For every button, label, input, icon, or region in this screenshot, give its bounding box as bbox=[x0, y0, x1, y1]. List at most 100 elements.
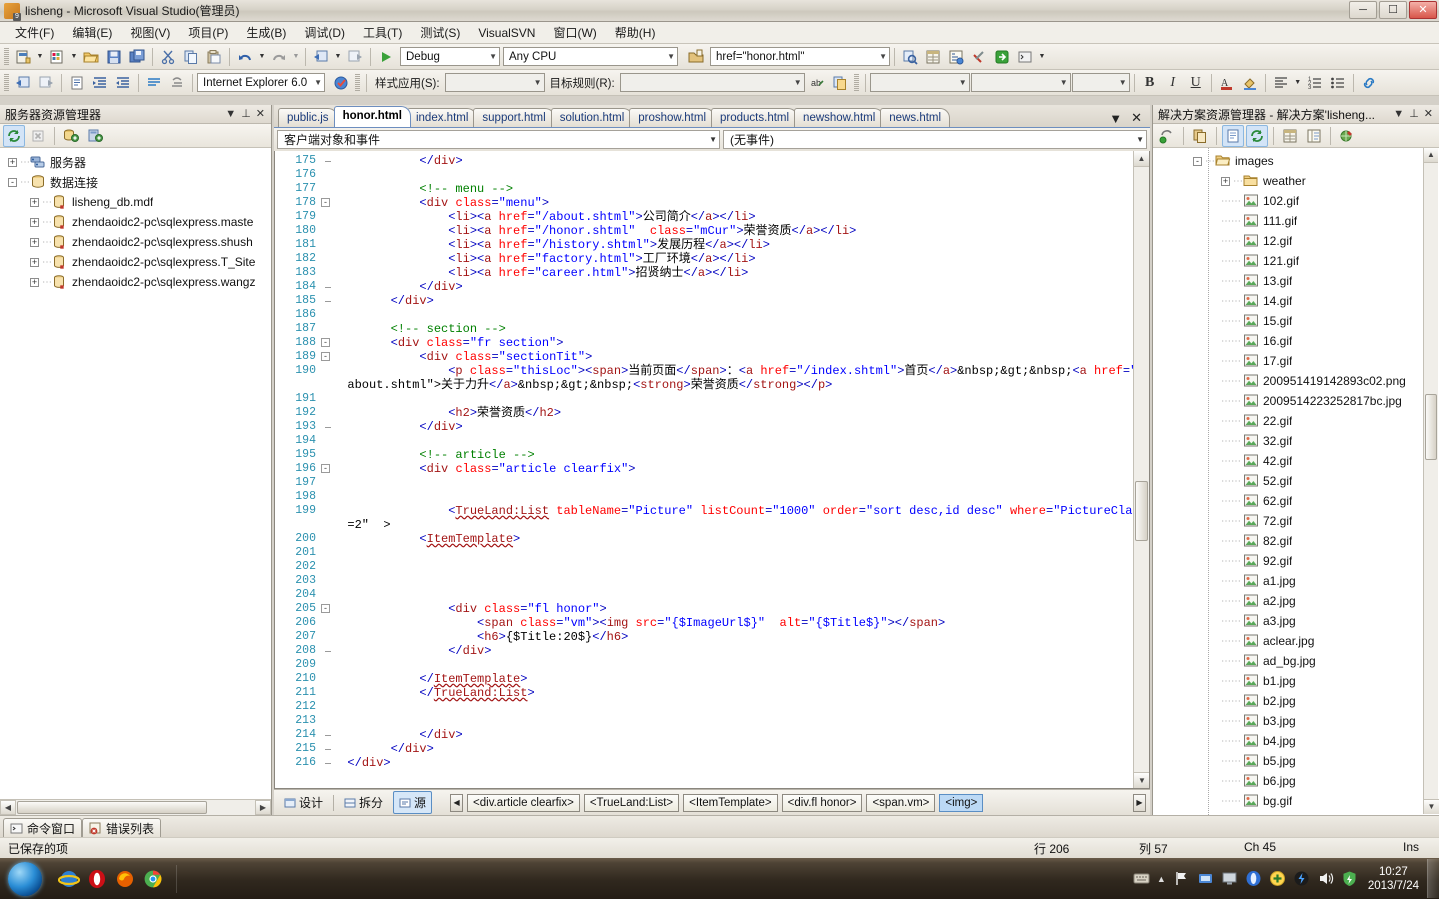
bookmark-folder-icon[interactable] bbox=[685, 46, 707, 68]
menu-build[interactable]: 生成(B) bbox=[237, 22, 295, 43]
code-line[interactable]: </div> bbox=[333, 280, 1133, 294]
solution-tree-node[interactable]: ⋯⋯ 15.gif bbox=[1153, 311, 1439, 331]
outlining-toggle[interactable]: - bbox=[321, 198, 330, 207]
properties-window-icon[interactable] bbox=[922, 46, 944, 68]
menu-edit[interactable]: 编辑(E) bbox=[63, 22, 121, 43]
add-new-item-icon[interactable] bbox=[46, 46, 68, 68]
undo-dropdown-icon[interactable]: ▼ bbox=[257, 46, 267, 68]
navigate-to-icon[interactable] bbox=[991, 46, 1013, 68]
solution-pin-icon[interactable]: ⊥ bbox=[1409, 108, 1419, 120]
server-tree-node[interactable]: + ⋯ zhendaoidc2-pc\sqlexpress.T_Site bbox=[0, 252, 271, 272]
tab-error-list[interactable]: 错误列表 bbox=[82, 818, 162, 837]
refresh-solution-icon[interactable] bbox=[1156, 125, 1178, 147]
style-apply-combo[interactable]: ▼ bbox=[444, 73, 545, 92]
code-line[interactable]: <!-- article --> bbox=[333, 448, 1133, 462]
editor-tab-support-html[interactable]: support.html bbox=[473, 108, 555, 127]
start-button[interactable] bbox=[0, 859, 50, 898]
solution-tree-node[interactable]: ⋯⋯ 111.gif bbox=[1153, 211, 1439, 231]
solution-tree-node[interactable]: + ⋯ weather bbox=[1153, 171, 1439, 191]
uncomment-icon[interactable] bbox=[166, 72, 188, 94]
code-line[interactable]: <div class="fr section"> bbox=[333, 336, 1133, 350]
refresh-icon[interactable] bbox=[3, 124, 25, 147]
navigate-backward-icon[interactable] bbox=[310, 46, 332, 68]
code-line[interactable]: </div> bbox=[333, 728, 1133, 742]
solution-scroll-down[interactable]: ▼ bbox=[1424, 799, 1439, 814]
opera-icon[interactable] bbox=[86, 868, 108, 890]
tag-chip[interactable]: <img> bbox=[939, 793, 984, 812]
menu-window[interactable]: 窗口(W) bbox=[544, 22, 605, 43]
undo-icon[interactable] bbox=[234, 46, 256, 68]
add-item-dropdown-icon[interactable]: ▼ bbox=[69, 46, 79, 68]
hscroll-left-arrow[interactable]: ◀ bbox=[0, 800, 16, 815]
toolbar-overflow-icon[interactable]: ▼ bbox=[1037, 46, 1047, 68]
navigate-forward-html-icon[interactable] bbox=[35, 72, 57, 94]
code-editor[interactable]: 175 176 177 178 179 180 181 182 183 184 185 186 187 1… bbox=[274, 151, 1150, 789]
solution-tree-node[interactable]: ⋯⋯ bg.gif bbox=[1153, 791, 1439, 811]
outlining-toggle[interactable]: - bbox=[321, 338, 330, 347]
tree-expander[interactable]: + bbox=[8, 157, 17, 167]
outlining-toggle[interactable]: - bbox=[321, 604, 330, 613]
tree-expander[interactable]: + bbox=[30, 217, 39, 227]
browser-combo[interactable]: Internet Explorer 6.0 ▼ bbox=[197, 73, 325, 92]
tree-expander[interactable]: - bbox=[8, 177, 17, 187]
update-icon[interactable] bbox=[1269, 870, 1286, 887]
code-line[interactable]: </div> bbox=[333, 294, 1133, 308]
bulleted-list-icon[interactable] bbox=[1327, 72, 1349, 94]
server-tree-node[interactable]: + ⋯ zhendaoidc2-pc\sqlexpress.maste bbox=[0, 212, 271, 232]
navigate-forward-icon[interactable] bbox=[344, 46, 366, 68]
code-line[interactable]: </div> bbox=[333, 154, 1133, 168]
toolbar-grip[interactable] bbox=[4, 47, 9, 66]
editor-tab-public-js[interactable]: public.js bbox=[278, 108, 338, 127]
solution-tree-node[interactable]: ⋯⋯ ad_bg.jpg bbox=[1153, 651, 1439, 671]
italic-icon[interactable]: I bbox=[1162, 72, 1184, 94]
comment-icon[interactable] bbox=[143, 72, 165, 94]
solution-tree-node[interactable]: ⋯⋯ 13.gif bbox=[1153, 271, 1439, 291]
code-line[interactable]: </ItemTemplate> bbox=[333, 672, 1133, 686]
align-icon[interactable] bbox=[1270, 72, 1292, 94]
copy-icon[interactable] bbox=[180, 46, 202, 68]
platform-combo[interactable]: Any CPU ▼ bbox=[503, 47, 678, 66]
tag-chip[interactable]: <span.vm> bbox=[866, 793, 936, 812]
code-line[interactable]: <li><a href="factory.html">工厂环境</a></li> bbox=[333, 252, 1133, 266]
code-line[interactable]: </TrueLand:List> bbox=[333, 686, 1133, 700]
code-line[interactable]: <TrueLand:List tableName="Picture" listC… bbox=[333, 504, 1133, 518]
connect-to-server-icon[interactable] bbox=[84, 125, 106, 147]
solution-tree-node[interactable]: ⋯⋯ b3.jpg bbox=[1153, 711, 1439, 731]
redo-dropdown-icon[interactable]: ▼ bbox=[291, 46, 301, 68]
start-debug-icon[interactable] bbox=[375, 46, 397, 68]
hscroll-right-arrow[interactable]: ▶ bbox=[255, 800, 271, 815]
code-line[interactable]: about.shtml">关于力升</a>&nbsp;&gt;&nbsp;<st… bbox=[333, 378, 1133, 392]
tab-list-dropdown-icon[interactable]: ▼ bbox=[1109, 111, 1122, 126]
property-pages-icon[interactable] bbox=[1303, 125, 1325, 147]
outlining-toggle[interactable]: - bbox=[321, 352, 330, 361]
save-icon[interactable] bbox=[103, 46, 125, 68]
code-line[interactable] bbox=[333, 308, 1133, 322]
navigate-dropdown-icon[interactable]: ▼ bbox=[333, 46, 343, 68]
toolbar-grip-3[interactable] bbox=[355, 73, 360, 92]
command-window-toolbar-icon[interactable] bbox=[1014, 46, 1036, 68]
code-line[interactable] bbox=[333, 546, 1133, 560]
vscroll-thumb[interactable] bbox=[1135, 481, 1148, 541]
stop-icon[interactable] bbox=[27, 125, 49, 147]
code-line[interactable] bbox=[333, 476, 1133, 490]
new-project-icon[interactable] bbox=[12, 46, 34, 68]
close-button[interactable]: ✕ bbox=[1409, 1, 1437, 19]
code-line[interactable]: <p class="thisLoc"><span>当前页面</span>：<a … bbox=[333, 364, 1133, 378]
solution-tree-node[interactable]: ⋯⋯ b5.jpg bbox=[1153, 751, 1439, 771]
events-combo[interactable]: (无事件) ▼ bbox=[723, 130, 1147, 149]
view-mode-split[interactable]: 拆分 bbox=[338, 791, 389, 814]
solution-tree-node[interactable]: ⋯⋯ 12.gif bbox=[1153, 231, 1439, 251]
solution-close-icon[interactable]: ✕ bbox=[1424, 108, 1433, 120]
show-hidden-icons-icon[interactable]: ▲ bbox=[1157, 874, 1166, 884]
code-line[interactable]: <ItemTemplate> bbox=[333, 532, 1133, 546]
editor-tab-solution-html[interactable]: solution.html bbox=[550, 108, 634, 127]
solution-tree-node[interactable]: ⋯⋯ a1.jpg bbox=[1153, 571, 1439, 591]
solution-tree-node[interactable]: - ⋯ images bbox=[1153, 151, 1439, 171]
firefox-icon[interactable] bbox=[114, 868, 136, 890]
solution-tree-node[interactable]: ⋯⋯ 102.gif bbox=[1153, 191, 1439, 211]
open-file-icon[interactable] bbox=[80, 46, 102, 68]
tree-expander[interactable]: + bbox=[30, 257, 39, 267]
solution-tree-node[interactable]: ⋯⋯ 2009514223252817bc.jpg bbox=[1153, 391, 1439, 411]
code-line[interactable] bbox=[333, 588, 1133, 602]
align-dropdown-icon[interactable]: ▼ bbox=[1293, 72, 1303, 94]
